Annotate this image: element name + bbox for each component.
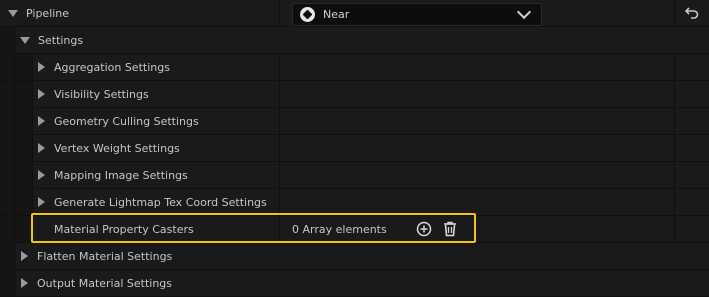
item-reset-cell xyxy=(674,54,709,80)
delete-all-button[interactable] xyxy=(441,220,459,238)
collapse-arrow-icon[interactable] xyxy=(20,36,30,44)
indent-guide xyxy=(0,162,15,188)
list-item: Mapping Image Settings xyxy=(0,162,709,189)
indent-guide xyxy=(15,162,33,188)
array-count-text: 0 Array elements xyxy=(292,222,387,236)
add-element-button[interactable] xyxy=(415,220,433,238)
indent-guide xyxy=(0,189,15,215)
expand-arrow-icon[interactable] xyxy=(38,143,45,153)
item-value-cell xyxy=(279,162,675,188)
flatten-label: Flatten Material Settings xyxy=(37,249,173,263)
mapping-image-settings-item[interactable]: Mapping Image Settings xyxy=(38,162,188,188)
item-label: Geometry Culling Settings xyxy=(54,114,199,128)
item-value-cell xyxy=(279,81,675,107)
list-item: Vertex Weight Settings xyxy=(0,135,709,162)
material-casters-reset-cell xyxy=(674,216,709,242)
item-value-cell xyxy=(279,189,675,215)
pipeline-value-cell: Near xyxy=(279,0,675,26)
delete-icon xyxy=(444,221,456,237)
settings-row: Settings xyxy=(0,27,709,54)
vertex-weight-settings-item[interactable]: Vertex Weight Settings xyxy=(38,135,180,161)
item-label: Visibility Settings xyxy=(54,87,149,101)
item-reset-cell xyxy=(674,189,709,215)
item-label: Aggregation Settings xyxy=(54,60,170,74)
pipeline-name-cell[interactable]: Pipeline xyxy=(8,0,69,26)
material-casters-name-cell: Material Property Casters xyxy=(54,216,194,242)
indent-guide xyxy=(15,108,33,134)
item-label: Vertex Weight Settings xyxy=(54,141,180,155)
settings-label: Settings xyxy=(38,33,84,47)
indent-guide xyxy=(0,27,15,53)
item-label: Generate Lightmap Tex Coord Settings xyxy=(54,195,267,209)
indent-guide xyxy=(0,270,15,296)
expand-arrow-icon[interactable] xyxy=(38,197,45,207)
geometry-culling-settings-item[interactable]: Geometry Culling Settings xyxy=(38,108,199,134)
indent-guide xyxy=(15,81,33,107)
item-label: Mapping Image Settings xyxy=(54,168,188,182)
material-casters-value-cell: 0 Array elements xyxy=(279,216,675,242)
indent-guide xyxy=(15,189,33,215)
item-reset-cell xyxy=(674,81,709,107)
indent-guide xyxy=(0,108,15,134)
visibility-settings-item[interactable]: Visibility Settings xyxy=(38,81,149,107)
indent-guide xyxy=(0,135,15,161)
pipeline-row: Pipeline Near xyxy=(0,0,709,27)
flatten-name-cell[interactable]: Flatten Material Settings xyxy=(21,243,172,269)
list-item: Generate Lightmap Tex Coord Settings xyxy=(0,189,709,216)
pipeline-dropdown[interactable]: Near xyxy=(292,3,542,26)
flatten-material-settings-row: Flatten Material Settings xyxy=(0,243,709,270)
pipeline-label: Pipeline xyxy=(26,6,70,20)
lightmap-texcoord-settings-item[interactable]: Generate Lightmap Tex Coord Settings xyxy=(38,189,267,215)
aggregation-settings-item[interactable]: Aggregation Settings xyxy=(38,54,170,80)
indent-guide xyxy=(0,243,15,269)
expand-arrow-icon[interactable] xyxy=(38,170,45,180)
material-casters-label: Material Property Casters xyxy=(54,222,194,236)
expand-arrow-icon[interactable] xyxy=(21,251,28,261)
reset-arrow-icon[interactable] xyxy=(685,7,699,19)
indent-guide xyxy=(0,54,15,80)
pipeline-reset-cell xyxy=(674,0,709,26)
indent-guide xyxy=(15,54,33,80)
item-reset-cell xyxy=(674,135,709,161)
indent-guide xyxy=(15,216,33,242)
list-item: Visibility Settings xyxy=(0,81,709,108)
pipeline-dropdown-value: Near xyxy=(323,8,350,21)
indent-guide xyxy=(15,135,33,161)
item-value-cell xyxy=(279,54,675,80)
expand-arrow-icon[interactable] xyxy=(38,62,45,72)
item-reset-cell xyxy=(674,108,709,134)
item-value-cell xyxy=(279,108,675,134)
expand-arrow-icon[interactable] xyxy=(21,278,28,288)
output-label: Output Material Settings xyxy=(37,276,173,290)
output-material-settings-row: Output Material Settings xyxy=(0,270,709,297)
item-reset-cell xyxy=(674,162,709,188)
expand-arrow-icon[interactable] xyxy=(38,89,45,99)
indent-guide xyxy=(0,81,15,107)
material-property-casters-row: Material Property Casters 0 Array elemen… xyxy=(0,216,709,243)
lod-cube-icon xyxy=(300,7,315,22)
list-item: Geometry Culling Settings xyxy=(0,108,709,135)
chevron-down-icon xyxy=(516,4,532,20)
indent-guide xyxy=(0,216,15,242)
output-name-cell[interactable]: Output Material Settings xyxy=(21,270,172,296)
add-element-icon xyxy=(416,221,432,237)
expand-arrow-icon[interactable] xyxy=(38,116,45,126)
list-item: Aggregation Settings xyxy=(0,54,709,81)
settings-name-cell[interactable]: Settings xyxy=(20,27,83,53)
collapse-arrow-icon[interactable] xyxy=(8,9,18,17)
item-value-cell xyxy=(279,135,675,161)
